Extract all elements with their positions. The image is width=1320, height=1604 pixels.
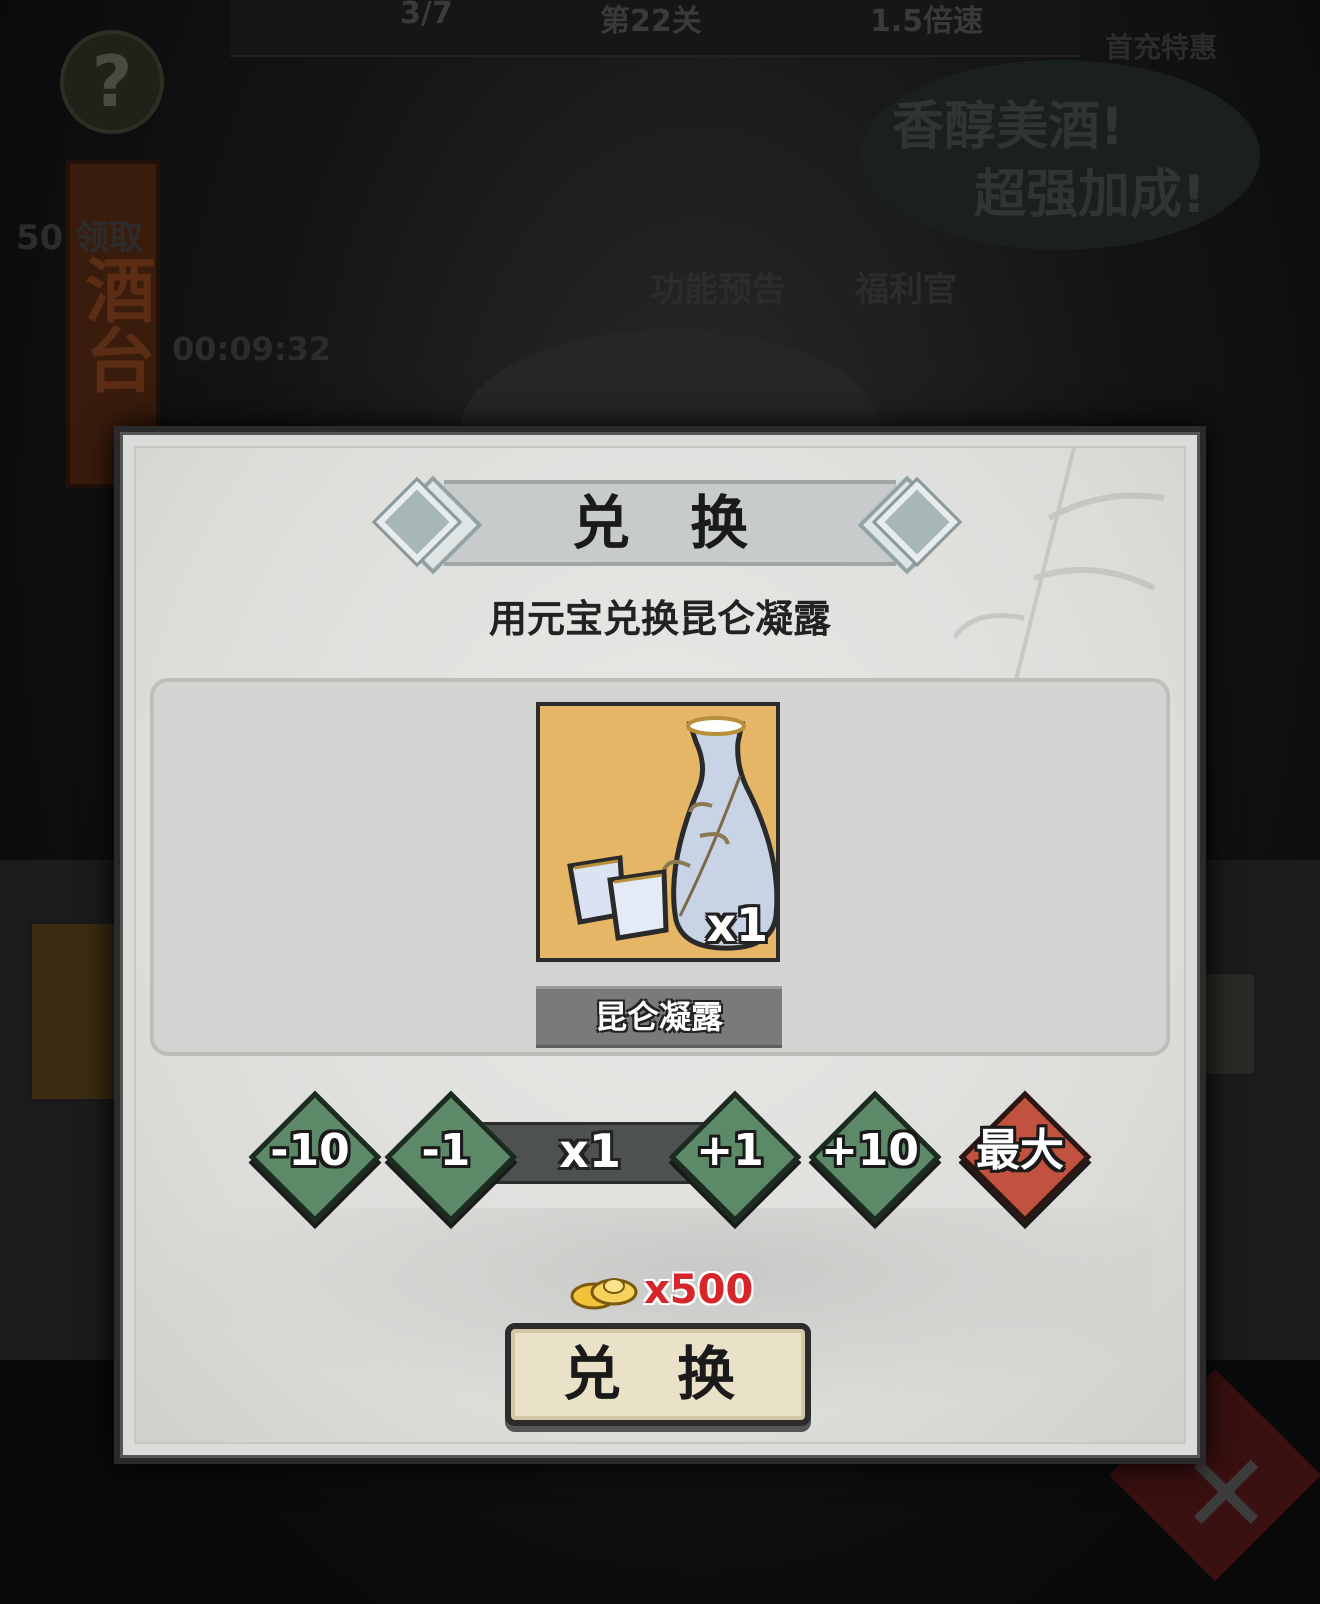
max-button[interactable]: 最大 (958, 1090, 1092, 1224)
plus-1-button[interactable]: +1 (668, 1090, 802, 1224)
dialog-subtitle: 用元宝兑换昆仑凝露 (488, 597, 831, 641)
side-right-slot[interactable] (1200, 970, 1258, 1078)
side-item-slot[interactable] (28, 920, 126, 1103)
cost-amount: x500 (644, 1267, 754, 1313)
top-status-bar: 3/7 第22关 1.5倍速 (230, 0, 1080, 57)
max-label: 最大 (976, 1125, 1064, 1176)
plus-1-label: +1 (696, 1125, 764, 1176)
item-name-label: 昆仑凝露 (536, 986, 782, 1048)
promo-line-1: 香醇美酒! (892, 97, 1124, 157)
plus-10-button[interactable]: +10 (808, 1090, 942, 1224)
wave-progress: 3/7 (400, 0, 453, 31)
minus-1-label: -1 (421, 1125, 471, 1176)
help-icon[interactable]: ? (60, 30, 164, 134)
plus-10-label: +10 (820, 1125, 920, 1176)
countdown-timer: 00:09:32 (172, 330, 332, 368)
minus-1-button[interactable]: -1 (384, 1090, 518, 1224)
minus-10-button[interactable]: -10 (248, 1090, 382, 1224)
promo-speech-bubble: 香醇美酒! 超强加成! (860, 60, 1260, 250)
stage-label: 第22关 (600, 4, 702, 39)
feature-preview-label[interactable]: 功能预告 (650, 262, 786, 311)
gold-ingot-icon (570, 1278, 638, 1310)
item-icon-frame[interactable]: x1 (536, 702, 780, 962)
bamboo-decoration (954, 448, 1165, 688)
quantity-value: x1 (559, 1124, 621, 1178)
claim-label: 50 领取 (16, 218, 144, 258)
exchange-button[interactable]: 兑 换 (505, 1323, 811, 1426)
dialog-title: 兑 换 (571, 489, 769, 557)
item-quantity-badge: x1 (706, 898, 768, 952)
minus-10-label: -10 (270, 1125, 350, 1176)
speed-label[interactable]: 1.5倍速 (870, 0, 983, 40)
welfare-label[interactable]: 福利官 (855, 262, 957, 311)
first-recharge-label[interactable]: 首充特惠 (1105, 26, 1217, 66)
promo-line-2: 超强加成! (974, 165, 1206, 225)
